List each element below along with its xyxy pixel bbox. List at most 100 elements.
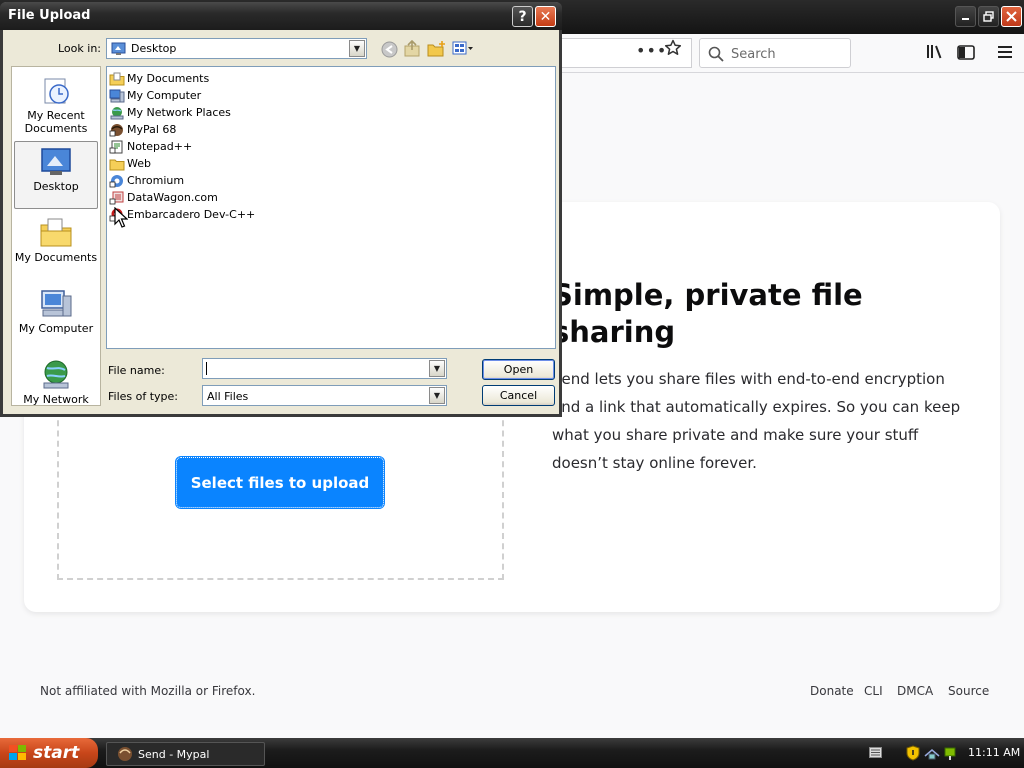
place-my-documents[interactable]: My Documents: [14, 213, 98, 281]
windows-logo-icon: [9, 745, 26, 760]
cancel-button[interactable]: Cancel: [482, 385, 555, 406]
list-item[interactable]: DataWagon.com: [109, 189, 218, 206]
place-label: My Network: [23, 393, 89, 406]
restore-icon: [983, 11, 994, 22]
my-network-icon: [43, 360, 69, 389]
search-box[interactable]: [699, 38, 851, 68]
hero-description: Send lets you share files with end-to-en…: [552, 370, 961, 472]
footer-link-donate[interactable]: Donate: [810, 684, 854, 698]
minimize-icon: [962, 18, 969, 20]
shortcut-datawagon-icon: [109, 191, 124, 204]
look-in-value: Desktop: [131, 42, 177, 55]
files-of-type-label: Files of type:: [108, 390, 179, 403]
list-item[interactable]: MyPal 68: [109, 121, 176, 138]
folder-icon: [109, 159, 125, 170]
place-label: Desktop: [33, 180, 79, 193]
file-list[interactable]: My Documents My Computer My Network Plac…: [106, 66, 556, 349]
select-files-button[interactable]: Select files to upload: [175, 456, 385, 509]
security-shield-icon[interactable]: [906, 745, 920, 761]
open-button[interactable]: Open: [482, 359, 555, 380]
dialog-titlebar[interactable]: File Upload ? ✕: [0, 2, 562, 30]
sidebar-toggle-icon[interactable]: [957, 45, 975, 60]
place-desktop[interactable]: Desktop: [14, 141, 98, 209]
minimize-button[interactable]: [955, 6, 976, 27]
text-caret: [206, 362, 207, 375]
start-label: start: [33, 743, 80, 763]
mouse-cursor-icon: [114, 207, 128, 228]
list-item[interactable]: Chromium: [109, 172, 184, 189]
hamburger-menu-icon[interactable]: [998, 45, 1012, 59]
footer-link-cli[interactable]: CLI: [864, 684, 883, 698]
file-name: My Documents: [127, 72, 210, 85]
file-name: Embarcadero Dev-C++: [127, 208, 256, 221]
new-folder-icon[interactable]: [427, 40, 446, 57]
file-name: Chromium: [127, 174, 185, 187]
chevron-down-icon[interactable]: ▼: [429, 360, 445, 377]
footer-link-source[interactable]: Source: [948, 684, 989, 698]
library-icon[interactable]: [926, 44, 944, 60]
file-name: DataWagon.com: [127, 191, 218, 204]
look-in-label: Look in:: [58, 42, 101, 55]
footer-link-dmca[interactable]: DMCA: [897, 684, 933, 698]
list-item[interactable]: My Network Places: [109, 104, 231, 121]
network-places-icon: [110, 106, 124, 119]
file-upload-dialog: File Upload ? ✕ Look in: Desktop ▼ My Re…: [0, 2, 562, 417]
place-my-network[interactable]: My Network: [14, 355, 98, 423]
place-my-computer[interactable]: My Computer: [14, 284, 98, 352]
restore-button[interactable]: [978, 6, 999, 27]
file-name: MyPal 68: [127, 123, 177, 136]
list-item[interactable]: Notepad++: [109, 138, 192, 155]
list-item[interactable]: Web: [109, 155, 151, 172]
shortcut-chromium-icon: [109, 174, 123, 187]
back-icon[interactable]: [381, 41, 398, 58]
list-item[interactable]: My Computer: [109, 87, 201, 104]
help-button[interactable]: ?: [512, 6, 533, 27]
file-name-input[interactable]: ▼: [202, 358, 447, 379]
chevron-down-icon[interactable]: ▼: [429, 387, 445, 404]
taskbar-item-label: Send - Mypal: [138, 747, 210, 761]
place-label: My Recent Documents: [24, 109, 88, 135]
file-name: Notepad++: [127, 140, 193, 153]
clock: 11:11 AM: [968, 746, 1021, 759]
look-in-select[interactable]: Desktop ▼: [106, 38, 367, 59]
close-icon: [1006, 11, 1017, 22]
shortcut-mypal-icon: [109, 123, 123, 136]
computer-icon: [109, 89, 125, 102]
up-folder-icon[interactable]: [404, 40, 421, 58]
bookmark-star-icon[interactable]: [664, 39, 682, 57]
list-item[interactable]: Embarcadero Dev-C++: [109, 206, 255, 223]
taskbar-item-send-mypal[interactable]: Send - Mypal: [106, 742, 265, 766]
places-bar: My Recent Documents Desktop My Documents…: [11, 66, 101, 406]
place-label: My Documents: [14, 251, 98, 264]
list-item[interactable]: My Documents: [109, 70, 209, 87]
footer-note: Not affiliated with Mozilla or Firefox.: [40, 684, 256, 698]
shortcut-notepad-icon: [109, 140, 123, 153]
file-name: Web: [127, 157, 151, 170]
place-label: My Computer: [18, 322, 94, 335]
views-menu-icon[interactable]: [452, 40, 474, 56]
hero-title: Simple, private file sharing: [552, 278, 863, 349]
window-close-button[interactable]: [1001, 6, 1022, 27]
my-computer-icon: [41, 290, 72, 317]
place-my-recent-documents[interactable]: My Recent Documents: [14, 71, 98, 139]
files-of-type-value: All Files: [207, 390, 249, 403]
mypal-icon: [118, 747, 132, 761]
search-input[interactable]: [731, 45, 841, 63]
keyboard-icon[interactable]: [869, 747, 882, 758]
search-icon: [708, 46, 724, 62]
start-button[interactable]: start: [0, 738, 98, 768]
taskbar: start Send - Mypal 11:11 AM: [0, 738, 1024, 768]
chevron-down-icon[interactable]: ▼: [349, 40, 365, 57]
safely-remove-hardware-icon[interactable]: [942, 745, 958, 761]
folder-documents-icon: [109, 72, 125, 85]
file-name-label: File name:: [108, 364, 165, 377]
recent-documents-icon: [44, 78, 69, 104]
network-status-icon[interactable]: [924, 746, 940, 760]
file-name: My Network Places: [127, 106, 231, 119]
file-name: My Computer: [127, 89, 202, 102]
page-actions-icon[interactable]: •••: [636, 41, 667, 60]
system-tray: 11:11 AM: [860, 738, 1024, 768]
desktop-icon: [41, 148, 71, 175]
dialog-close-button[interactable]: ✕: [535, 6, 556, 27]
files-of-type-select[interactable]: All Files ▼: [202, 385, 447, 406]
